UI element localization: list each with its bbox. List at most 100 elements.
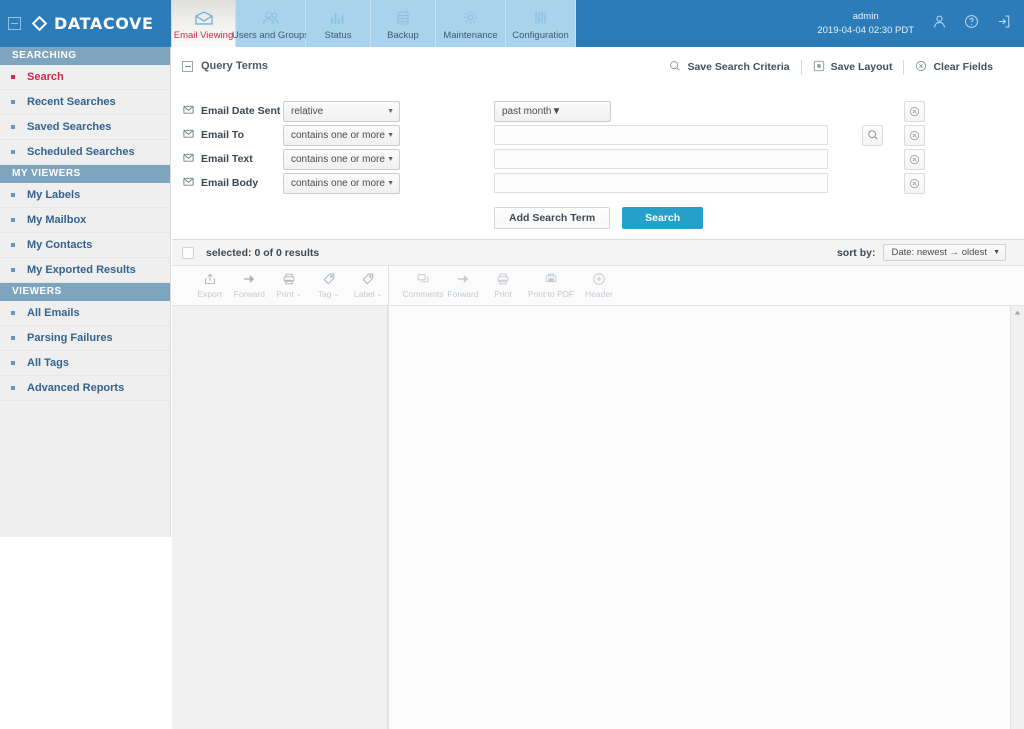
print-to-pdf-button[interactable]: Print to PDF [523,271,579,299]
tab-users-and-groups[interactable]: Users and Groups [232,0,309,47]
detail-print-button[interactable]: Print [483,271,523,299]
chevron-down-icon: ▼ [387,107,394,115]
checked-envelope-icon[interactable] [183,104,194,118]
sort-by-select[interactable]: Date: newest → oldest ▼ [883,244,1006,261]
checked-envelope-icon[interactable] [183,176,194,190]
sidebar-section-searching: SEARCHING [0,47,170,65]
relative-range-select[interactable]: past month ▼ [494,100,611,122]
remove-term-button-4[interactable] [904,172,925,194]
brand-block: DATACOVE [0,0,171,47]
remove-term-button-1[interactable] [904,100,925,122]
remove-term-button-3[interactable] [904,148,925,170]
tab-configuration[interactable]: Configuration [506,0,576,47]
toolbar-label: Tag ⌄ [317,289,340,299]
sidebar-item-label: My Labels [27,189,81,201]
row-label-text: Email Text [201,153,253,165]
add-search-term-button[interactable]: Add Search Term [494,207,611,229]
search-button[interactable]: Search [622,207,704,229]
checked-envelope-icon[interactable] [183,152,194,166]
chevron-down-icon: ▼ [387,155,394,163]
sidebar-item-advanced-reports[interactable]: Advanced Reports [0,376,170,401]
toolbar-label: Print [494,289,512,299]
detail-forward-button[interactable]: Forward [443,271,483,299]
query-panel-actions: Save Search Criteria Save Layout Clear F… [658,59,1004,75]
select-all-checkbox[interactable] [182,246,194,259]
clear-fields-button[interactable]: Clear Fields [904,59,1004,75]
minus-box-icon[interactable] [182,60,193,72]
operator-select-email-text[interactable]: contains one or more of ▼ [283,148,400,170]
action-label: Save Layout [830,61,893,73]
operator-value: contains one or more of [291,177,388,189]
header-button[interactable]: Header [579,271,619,299]
action-label: Save Search Criteria [687,61,790,73]
email-detail-pane[interactable] [388,306,1024,729]
sidebar-item-label: All Emails [27,307,80,319]
detail-scrollbar[interactable] [1010,306,1024,729]
logout-icon[interactable] [996,14,1011,34]
user-icon[interactable] [932,14,947,34]
help-icon[interactable] [964,14,979,34]
save-layout-icon [813,60,825,75]
checked-envelope-icon[interactable] [183,128,194,142]
print-pdf-icon [544,271,558,287]
email-to-input[interactable] [494,125,828,145]
sidebar-item-scheduled-searches[interactable]: Scheduled Searches [0,140,170,165]
sidebar-item-search[interactable]: Search [0,65,170,90]
query-terms-header: Query Terms [182,60,268,72]
bullet-icon [11,386,15,390]
sidebar: SEARCHING Search Recent Searches Saved S… [0,47,171,537]
tab-backup[interactable]: Backup [371,0,436,47]
row-label: Email Date Sent [183,104,280,118]
toolbar-label: Label ⌄ [353,289,383,299]
tag-button[interactable]: Tag ⌄ [309,271,349,299]
operator-value: relative [291,105,324,117]
tab-label: Status [324,30,352,41]
tab-status[interactable]: Status [306,0,371,47]
export-button[interactable]: Export [190,271,230,299]
chevron-down-icon: ⌄ [295,291,302,298]
bullet-icon [11,150,15,154]
save-search-criteria-button[interactable]: Save Search Criteria [658,59,800,75]
tab-email-viewing[interactable]: Email Viewing [171,0,236,47]
toolbar-label: Export [197,289,223,299]
sidebar-item-recent-searches[interactable]: Recent Searches [0,90,170,115]
operator-select-email-body[interactable]: contains one or more of ▼ [283,172,400,194]
label-button[interactable]: Label ⌄ [348,271,388,299]
sidebar-item-my-labels[interactable]: My Labels [0,183,170,208]
tab-maintenance[interactable]: Maintenance [436,0,506,47]
brand-name: DATACOVE [54,14,154,33]
sliders-icon [532,7,550,28]
selected-count-text: selected: 0 of 0 results [206,246,320,259]
print-button[interactable]: Print ⌄ [269,271,309,299]
operator-select-email-to[interactable]: contains one or more of ▼ [283,124,400,146]
email-list-pane[interactable] [172,306,388,729]
collapse-icon[interactable] [8,17,21,30]
chevron-down-icon: ▼ [387,131,394,139]
comments-button[interactable]: Comments [402,271,444,299]
sidebar-item-saved-searches[interactable]: Saved Searches [0,115,170,140]
sidebar-item-my-exported-results[interactable]: My Exported Results [0,258,170,283]
query-terms-panel: Query Terms Save Search Criteria Save La… [172,47,1024,240]
action-label: Clear Fields [933,61,993,73]
sidebar-item-all-emails[interactable]: All Emails [0,301,170,326]
sidebar-item-all-tags[interactable]: All Tags [0,351,170,376]
sidebar-item-my-mailbox[interactable]: My Mailbox [0,208,170,233]
sidebar-item-parsing-failures[interactable]: Parsing Failures [0,326,170,351]
bullet-icon [11,75,15,79]
query-row-email-text: Email Text contains one or more of ▼ [172,147,1024,171]
lookup-contacts-button[interactable] [862,124,883,146]
toolbar-label: Forward [233,289,265,299]
save-layout-button[interactable]: Save Layout [802,59,904,75]
remove-term-button-2[interactable] [904,124,925,146]
email-body-input[interactable] [494,173,828,193]
scroll-up-arrow-icon[interactable] [1011,306,1024,319]
sort-by-label: sort by: [836,246,876,259]
sidebar-item-my-contacts[interactable]: My Contacts [0,233,170,258]
email-text-input[interactable] [494,149,828,169]
row-label: Email Text [183,152,253,166]
chevron-down-icon: ▼ [993,249,1000,256]
chevron-down-icon: ▼ [387,179,394,187]
forward-button[interactable]: Forward [230,271,270,299]
gear-icon [462,7,479,28]
operator-select-email-date-sent[interactable]: relative ▼ [283,100,400,122]
